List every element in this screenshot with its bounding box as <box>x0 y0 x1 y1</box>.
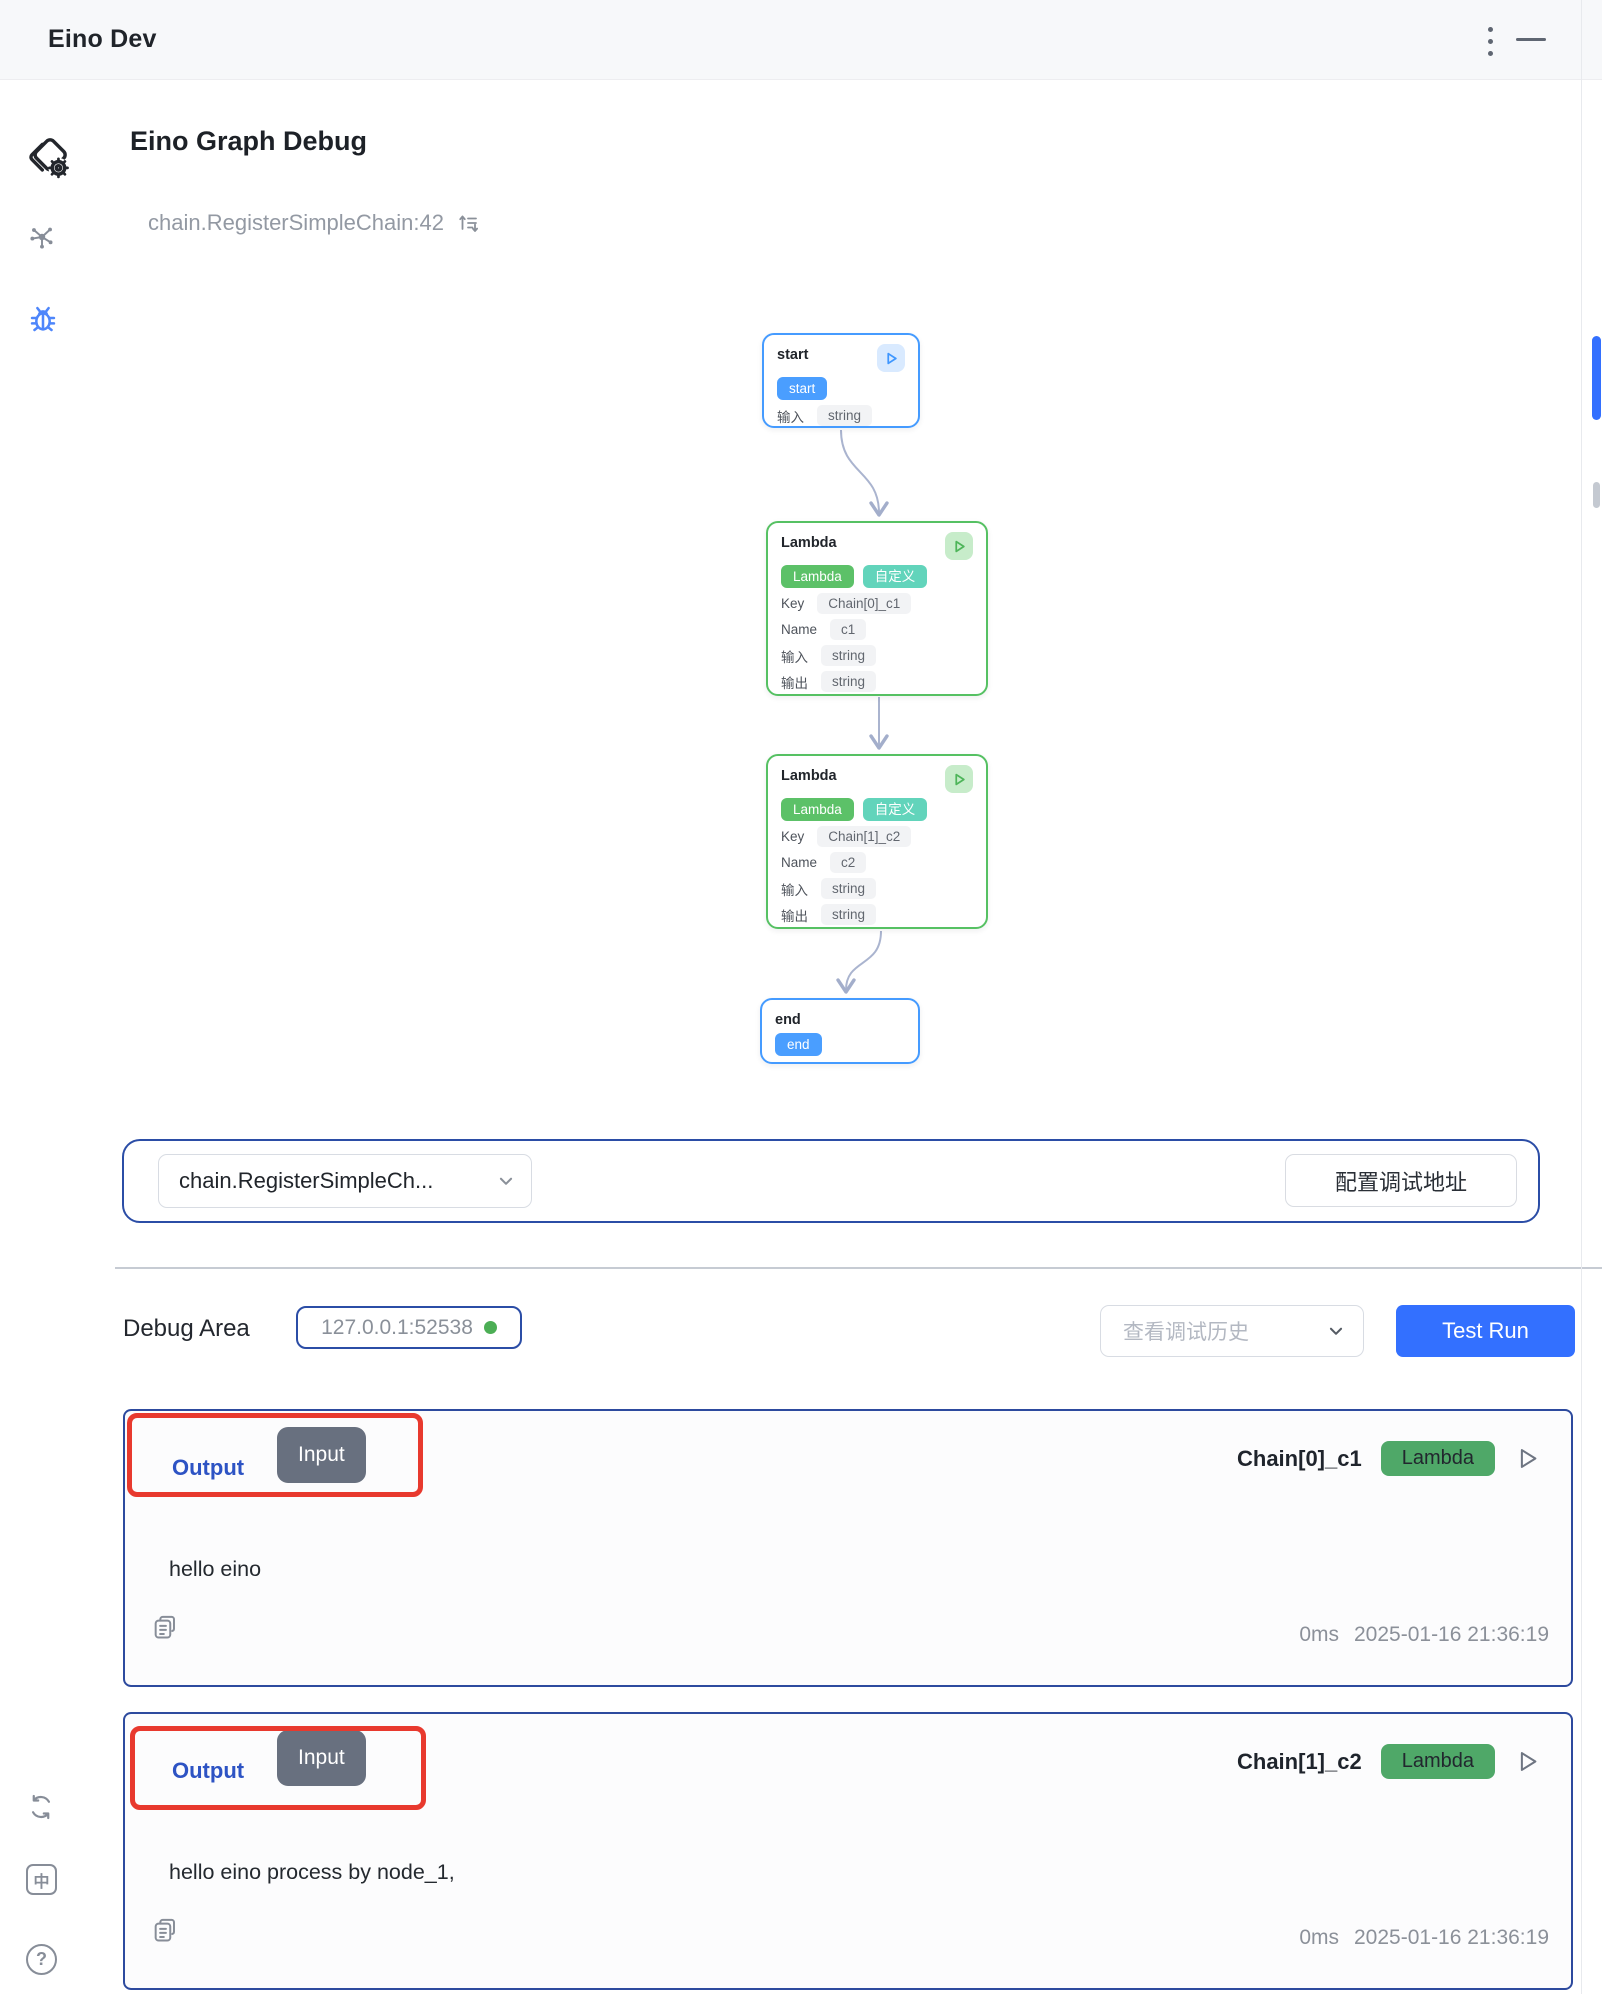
kv-label: 输入 <box>781 879 808 899</box>
node-start[interactable]: start start 输入 string <box>762 333 920 428</box>
debug-icon[interactable] <box>27 302 59 334</box>
copy-icon[interactable] <box>151 1613 181 1643</box>
node-lambda-c1-type-badge: Lambda <box>781 565 854 588</box>
node-lambda-c2[interactable]: Lambda Lambda 自定义 KeyChain[1]_c2 Namec2 … <box>766 754 988 929</box>
debug-history-placeholder: 查看调试历史 <box>1123 1316 1249 1346</box>
run-node-play-icon[interactable] <box>1514 1445 1541 1472</box>
node-lambda-c2-title: Lambda <box>781 765 837 784</box>
configure-debug-address-label: 配置调试地址 <box>1335 1165 1467 1197</box>
node-lambda-c1-play-button[interactable] <box>945 532 973 560</box>
node-key: Chain[1]_c2 <box>1237 1749 1362 1775</box>
node-lambda-c2-type-badge: Lambda <box>781 798 854 821</box>
node-info: Chain[0]_c1 Lambda <box>1237 1441 1541 1476</box>
input-tab[interactable]: Input <box>277 1730 366 1786</box>
scrollbar-track[interactable] <box>1581 0 1602 1994</box>
node-type-badge: Lambda <box>1381 1744 1495 1779</box>
graph-view-icon[interactable] <box>27 222 57 252</box>
debug-history-select[interactable]: 查看调试历史 <box>1100 1305 1364 1357</box>
node-key: Chain[0]_c1 <box>1237 1446 1362 1472</box>
refresh-icon[interactable] <box>27 1793 55 1821</box>
output-content: hello eino process by node_1, <box>169 1860 455 1885</box>
kv-label: 输入 <box>781 646 808 666</box>
node-lambda-c1[interactable]: Lambda Lambda 自定义 KeyChain[0]_c1 Namec1 … <box>766 521 988 696</box>
node-start-input-label: 输入 <box>777 406 804 426</box>
copy-icon[interactable] <box>151 1916 181 1946</box>
language-icon[interactable]: 中 <box>26 1864 57 1895</box>
eino-dev-window: Eino Dev <box>0 0 1602 1994</box>
graph-toolbar: chain.RegisterSimpleCh... 配置调试地址 <box>122 1139 1540 1223</box>
configure-debug-address-button[interactable]: 配置调试地址 <box>1285 1154 1517 1207</box>
output-tab[interactable]: Output <box>172 1758 244 1784</box>
section-divider <box>115 1267 1602 1269</box>
kv-value: string <box>821 671 876 692</box>
kv-label: 输出 <box>781 905 808 925</box>
node-end-type-badge: end <box>775 1033 822 1056</box>
graph-select-value: chain.RegisterSimpleCh... <box>179 1168 433 1194</box>
kv-value: c1 <box>830 619 866 640</box>
output-content: hello eino <box>169 1557 261 1582</box>
kv-label: Key <box>781 596 804 611</box>
kv-value: Chain[1]_c2 <box>817 826 911 847</box>
node-lambda-c2-play-button[interactable] <box>945 765 973 793</box>
node-lambda-c1-custom-badge: 自定义 <box>863 565 928 588</box>
kv-value: c2 <box>830 852 866 873</box>
run-node-play-icon[interactable] <box>1514 1748 1541 1775</box>
kv-label: Name <box>781 622 817 637</box>
result-card-c1: Output Input Chain[0]_c1 Lambda hello ei… <box>123 1409 1573 1687</box>
kv-label: Name <box>781 855 817 870</box>
result-meta: 0ms 2025-01-16 21:36:19 <box>1299 1623 1549 1647</box>
test-run-label: Test Run <box>1442 1318 1529 1344</box>
result-card-c2: Output Input Chain[1]_c2 Lambda hello ei… <box>123 1712 1573 1990</box>
chevron-down-icon <box>497 1172 515 1190</box>
result-meta: 0ms 2025-01-16 21:36:19 <box>1299 1926 1549 1950</box>
node-info: Chain[1]_c2 Lambda <box>1237 1744 1541 1779</box>
chevron-down-icon <box>1327 1322 1345 1340</box>
node-start-play-button[interactable] <box>877 344 905 372</box>
duration: 0ms <box>1299 1926 1339 1950</box>
kv-value: string <box>821 645 876 666</box>
node-type-badge: Lambda <box>1381 1441 1495 1476</box>
eino-logo-icon <box>22 134 72 184</box>
kebab-menu-icon[interactable] <box>1480 23 1500 59</box>
node-start-input-type: string <box>817 405 872 426</box>
timestamp: 2025-01-16 21:36:19 <box>1354 1623 1549 1647</box>
titlebar: Eino Dev <box>0 0 1602 80</box>
kv-value: string <box>821 878 876 899</box>
duration: 0ms <box>1299 1623 1339 1647</box>
trace-label: chain.RegisterSimpleChain:42 <box>148 210 444 236</box>
help-glyph: ? <box>36 1949 47 1970</box>
node-lambda-c1-title: Lambda <box>781 532 837 551</box>
node-lambda-c2-custom-badge: 自定义 <box>863 798 928 821</box>
test-run-button[interactable]: Test Run <box>1396 1305 1575 1357</box>
sort-layout-icon[interactable] <box>456 211 480 235</box>
node-end[interactable]: end end <box>760 998 920 1064</box>
kv-value: string <box>821 904 876 925</box>
input-tab[interactable]: Input <box>277 1427 366 1483</box>
kv-value: Chain[0]_c1 <box>817 593 911 614</box>
scrollbar-thumb[interactable] <box>1592 336 1601 420</box>
minimize-icon[interactable] <box>1516 38 1546 41</box>
debug-area-title: Debug Area <box>123 1315 250 1343</box>
node-start-type-badge: start <box>777 377 827 400</box>
node-end-title: end <box>775 1009 801 1028</box>
status-dot <box>484 1321 497 1334</box>
node-start-title: start <box>777 344 808 363</box>
kv-label: 输出 <box>781 672 808 692</box>
timestamp: 2025-01-16 21:36:19 <box>1354 1926 1549 1950</box>
debug-address: 127.0.0.1:52538 <box>321 1316 473 1340</box>
scrollbar-thumb-secondary[interactable] <box>1593 482 1600 508</box>
language-glyph: 中 <box>33 1868 49 1892</box>
app-title: Eino Dev <box>48 25 157 54</box>
kv-label: Key <box>781 829 804 844</box>
output-tab[interactable]: Output <box>172 1455 244 1481</box>
trace-row: chain.RegisterSimpleChain:42 <box>148 210 480 236</box>
page-title: Eino Graph Debug <box>130 126 367 157</box>
help-icon[interactable]: ? <box>26 1944 57 1975</box>
debug-address-badge: 127.0.0.1:52538 <box>296 1306 522 1349</box>
graph-select[interactable]: chain.RegisterSimpleCh... <box>158 1154 532 1208</box>
